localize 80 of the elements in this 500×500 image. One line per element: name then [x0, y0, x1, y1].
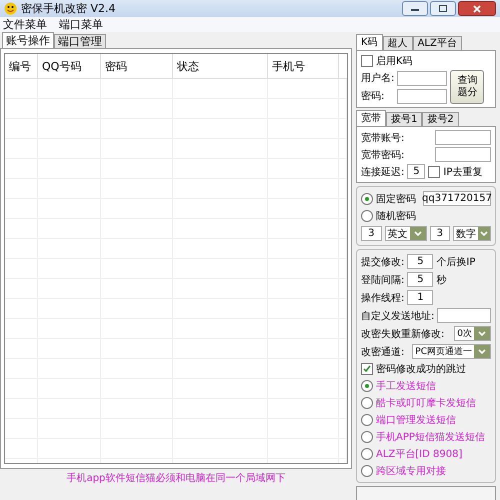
unit-label: 秒	[436, 274, 446, 286]
column-header[interactable]: 密码	[101, 54, 173, 79]
window-title: 密保手机改密 V2.4	[21, 1, 116, 16]
menu-item[interactable]: 端口菜单	[59, 17, 103, 32]
unit-label: 个后换IP	[436, 256, 476, 268]
tab[interactable]: K码	[356, 34, 383, 50]
dropdown[interactable]: PC网页通道一	[412, 344, 491, 359]
tab[interactable]: 超人	[382, 36, 413, 50]
radio-label: 固定密码	[376, 192, 416, 206]
field-label: 操作线程:	[361, 292, 404, 304]
input-field[interactable]: 3	[430, 226, 450, 241]
input-field[interactable]: 5	[407, 254, 434, 269]
smiley-icon	[4, 2, 17, 15]
radio-button[interactable]	[361, 414, 373, 426]
field-label: 宽带密码:	[361, 148, 404, 162]
maximize-icon	[439, 5, 447, 12]
input-field[interactable]: 5	[407, 164, 426, 179]
dropdown[interactable]: 数字	[453, 226, 491, 241]
tab[interactable]: ALZ平台	[412, 36, 462, 50]
radio-button[interactable]	[361, 448, 373, 460]
radio-button[interactable]	[361, 210, 373, 222]
field-label: 连接延迟:	[361, 166, 404, 178]
tab[interactable]: 宽带	[356, 110, 386, 126]
tab[interactable]: 拨号1	[386, 112, 422, 126]
radio-label: 手工发送短信	[376, 380, 436, 393]
minimize-icon	[411, 6, 419, 10]
tab[interactable]: 拨号2	[422, 112, 459, 126]
column-header[interactable]: 编号	[5, 54, 38, 79]
checkbox-label: IP去重复	[443, 166, 482, 178]
radio-label: 手机APP短信猫发送短信	[376, 430, 485, 444]
input-field[interactable]: 3	[361, 226, 382, 241]
field-label: 改密通道:	[361, 346, 404, 358]
input-field[interactable]: 5	[407, 272, 434, 287]
radio-button[interactable]	[361, 380, 373, 392]
radio-label: 随机密码	[376, 210, 416, 223]
radio-button[interactable]	[361, 397, 373, 409]
tab[interactable]: 端口管理	[54, 34, 106, 48]
menu-item[interactable]: 文件菜单	[3, 17, 47, 32]
checkbox[interactable]	[361, 363, 373, 375]
radio-label: 酷卡或叮叮摩卡发短信	[376, 396, 476, 410]
field-label: 登陆间隔:	[361, 274, 404, 286]
input-field[interactable]	[397, 70, 448, 86]
tab[interactable]: 账号操作	[2, 32, 54, 48]
radio-button[interactable]	[361, 465, 373, 477]
minimize-button[interactable]	[402, 1, 428, 16]
checkbox[interactable]	[428, 166, 440, 178]
caret-icon	[478, 330, 486, 336]
radio-label: 端口管理发送短信	[376, 414, 456, 427]
maximize-button[interactable]	[430, 1, 456, 16]
field-label: 自定义发送地址:	[361, 310, 434, 322]
field-label: 用户名:	[361, 72, 394, 85]
caret-icon	[480, 230, 488, 236]
query-button[interactable]: 查询题分	[450, 70, 484, 104]
column-header[interactable]: 状态	[173, 54, 268, 79]
input-field[interactable]	[397, 88, 448, 104]
radio-button[interactable]	[361, 431, 373, 443]
close-button[interactable]	[458, 1, 496, 16]
input-field[interactable]	[435, 147, 491, 162]
caret-icon	[478, 348, 486, 354]
footer-note: 手机app软件短信猫必须和电脑在同一个局域网下	[66, 472, 286, 485]
column-header[interactable]: QQ号码	[38, 54, 101, 79]
checkbox-label: 密码修改成功的跳过	[376, 362, 466, 376]
dropdown[interactable]: 0次	[454, 326, 491, 341]
column-header[interactable]: 手机号	[268, 54, 339, 79]
dropdown[interactable]: 英文	[384, 226, 426, 241]
input-field[interactable]	[435, 130, 491, 145]
input-field[interactable]	[437, 308, 491, 323]
field-label: 提交修改:	[361, 256, 404, 268]
radio-button[interactable]	[361, 192, 373, 204]
close-icon	[473, 4, 481, 12]
field-label: 密码:	[361, 90, 384, 103]
password-field[interactable]: qq371720157	[423, 191, 491, 206]
input-field[interactable]: 1	[407, 290, 434, 305]
checkbox-label: 启用K码	[376, 54, 413, 68]
radio-label: ALZ平台[ID 8908]	[376, 448, 462, 461]
caret-icon	[414, 230, 422, 236]
field-label: 宽带账号:	[361, 132, 404, 144]
radio-label: 跨区域专用对接	[376, 464, 446, 478]
field-label: 改密失败重新修改:	[361, 328, 444, 340]
checkbox[interactable]	[361, 55, 373, 67]
